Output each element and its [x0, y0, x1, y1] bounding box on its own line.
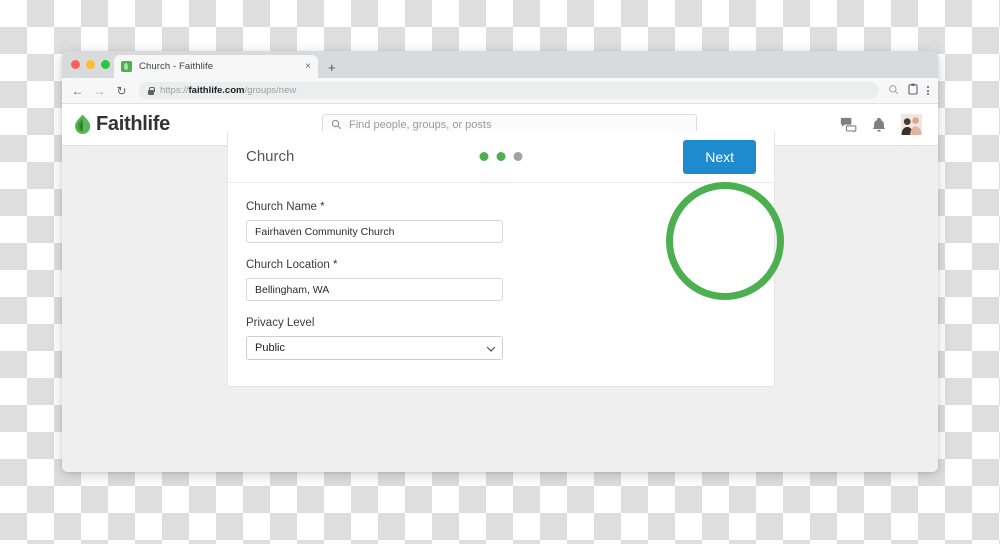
church-name-input[interactable] [246, 220, 503, 243]
field-church-location: Church Location * [246, 259, 756, 301]
church-name-label: Church Name * [246, 201, 325, 213]
tab-title: Church - Faithlife [139, 61, 214, 72]
new-tab-button[interactable]: + [328, 61, 336, 74]
close-icon[interactable]: × [305, 61, 311, 72]
browser-tab-strip: Church - Faithlife × + [62, 51, 938, 78]
lock-icon [148, 86, 155, 95]
privacy-level-value: Public [255, 342, 285, 354]
card-body: Church Name * Church Location * Privacy … [228, 183, 774, 386]
step-dot-3 [513, 152, 523, 161]
next-button-top[interactable]: Next [683, 139, 756, 174]
url-path: /groups/new [244, 85, 297, 96]
back-arrow-icon[interactable]: ← [71, 85, 84, 97]
privacy-level-select[interactable]: Public [246, 336, 503, 360]
search-icon [331, 119, 342, 130]
window-traffic-lights [71, 60, 110, 69]
search-placeholder: Find people, groups, or posts [349, 118, 492, 131]
user-avatar[interactable] [901, 114, 922, 135]
privacy-level-label: Privacy Level [246, 317, 315, 329]
privacy-level-select-wrapper: Public [246, 336, 503, 360]
zoom-icon[interactable] [888, 82, 899, 100]
church-location-label: Church Location * [246, 259, 338, 271]
url-scheme: https:// [160, 85, 189, 96]
step-dot-1 [479, 152, 489, 161]
browser-tab[interactable]: Church - Faithlife × [114, 55, 318, 78]
step-indicator [479, 152, 523, 161]
more-menu-icon[interactable] [927, 85, 929, 96]
close-window-button[interactable] [71, 60, 80, 69]
brand-name: Faithlife [96, 113, 170, 135]
url-domain: faithlife.com [188, 85, 245, 96]
page-title: Church [246, 148, 295, 165]
address-bar[interactable]: https://faithlife.com/groups/new [139, 82, 879, 99]
browser-toolbar: ← → ↻ https://faithlife.com/groups/new [62, 78, 938, 104]
maximize-window-button[interactable] [101, 60, 110, 69]
bell-icon[interactable] [872, 117, 886, 133]
card-header: Church Next [228, 131, 774, 183]
page-viewport: Faithlife Find people, groups, or posts [62, 104, 938, 472]
step-dot-2 [496, 152, 506, 161]
leaf-flame-icon [74, 114, 91, 135]
create-group-card: Church Next Church Name * Church Locatio… [227, 131, 775, 387]
browser-window: Church - Faithlife × + ← → ↻ https://fai… [62, 51, 938, 472]
field-privacy-level: Privacy Level Public [246, 317, 756, 360]
faithlife-favicon [121, 61, 132, 72]
header-actions [840, 114, 922, 135]
profile-icon[interactable] [908, 82, 918, 100]
field-church-name: Church Name * [246, 201, 756, 243]
forward-arrow-icon[interactable]: → [93, 85, 106, 97]
church-location-input[interactable] [246, 278, 503, 301]
chat-bubbles-icon[interactable] [840, 117, 857, 132]
address-bar-url: https://faithlife.com/groups/new [160, 85, 296, 96]
toolbar-icon-group [888, 82, 929, 100]
reload-icon[interactable]: ↻ [115, 85, 128, 97]
minimize-window-button[interactable] [86, 60, 95, 69]
faithlife-logo[interactable]: Faithlife [74, 113, 170, 136]
